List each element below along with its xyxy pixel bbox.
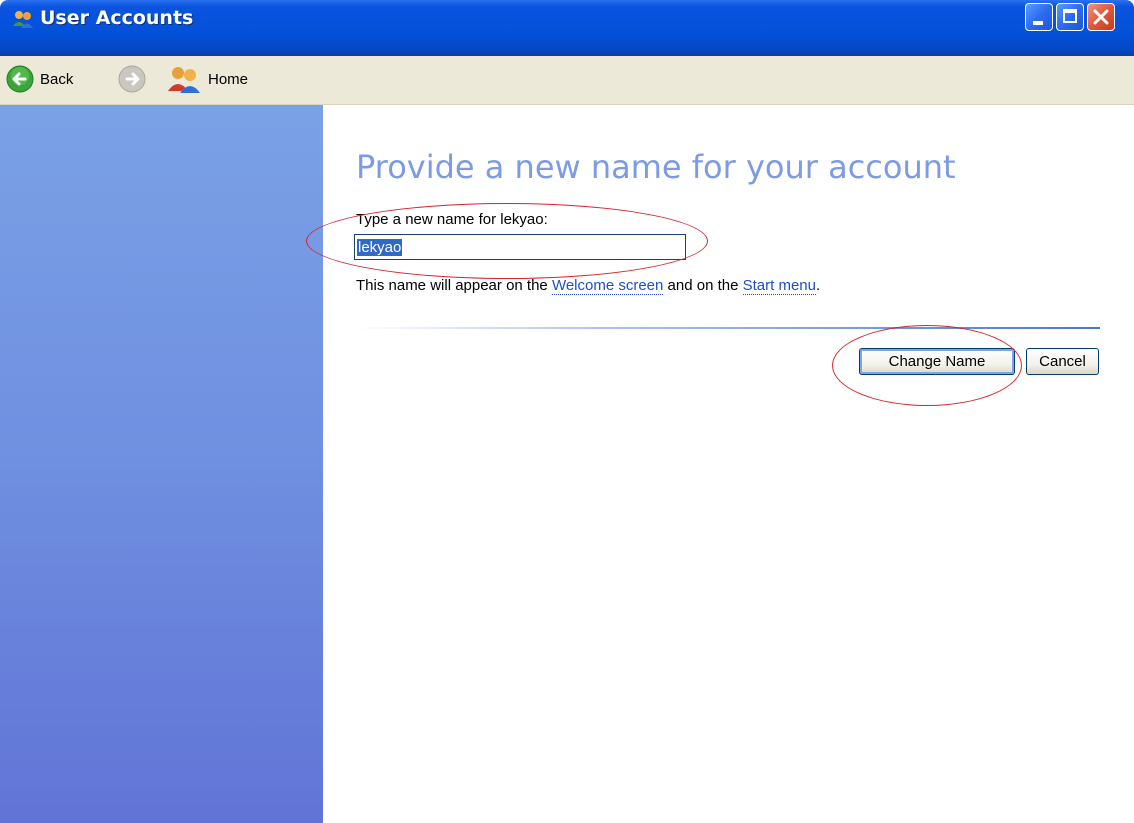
- divider: [356, 327, 1100, 329]
- back-arrow-icon: [6, 65, 34, 93]
- users-icon: [12, 9, 34, 29]
- close-icon: [1093, 9, 1109, 25]
- forward-arrow-icon: [118, 65, 146, 93]
- left-task-pane: [0, 105, 323, 823]
- users-home-icon: [168, 67, 200, 93]
- name-info-text: This name will appear on the Welcome scr…: [356, 277, 821, 295]
- maximize-button[interactable]: [1056, 3, 1084, 31]
- back-button[interactable]: Back: [6, 64, 73, 94]
- new-name-value: lekyao: [357, 238, 403, 256]
- forward-button[interactable]: [118, 64, 146, 94]
- welcome-screen-link[interactable]: Welcome screen: [551, 277, 664, 295]
- title-bar: User Accounts: [0, 0, 1134, 56]
- new-name-input[interactable]: lekyao: [354, 234, 686, 260]
- change-name-button[interactable]: Change Name: [859, 348, 1015, 375]
- info-prefix: This name will appear on the: [356, 277, 552, 294]
- cancel-button[interactable]: Cancel: [1026, 348, 1099, 375]
- name-prompt-label: Type a new name for lekyao:: [356, 211, 548, 228]
- info-middle: and on the: [663, 277, 743, 294]
- home-label: Home: [208, 70, 249, 88]
- back-label: Back: [40, 70, 74, 88]
- page-title: Provide a new name for your account: [356, 148, 956, 186]
- info-suffix: .: [815, 277, 821, 294]
- toolbar: Back Home: [0, 56, 1134, 105]
- start-menu-link[interactable]: Start menu: [742, 277, 816, 295]
- home-button[interactable]: Home: [166, 64, 248, 94]
- minimize-button[interactable]: [1025, 3, 1053, 31]
- window-title: User Accounts: [40, 7, 194, 29]
- close-button[interactable]: [1087, 3, 1115, 31]
